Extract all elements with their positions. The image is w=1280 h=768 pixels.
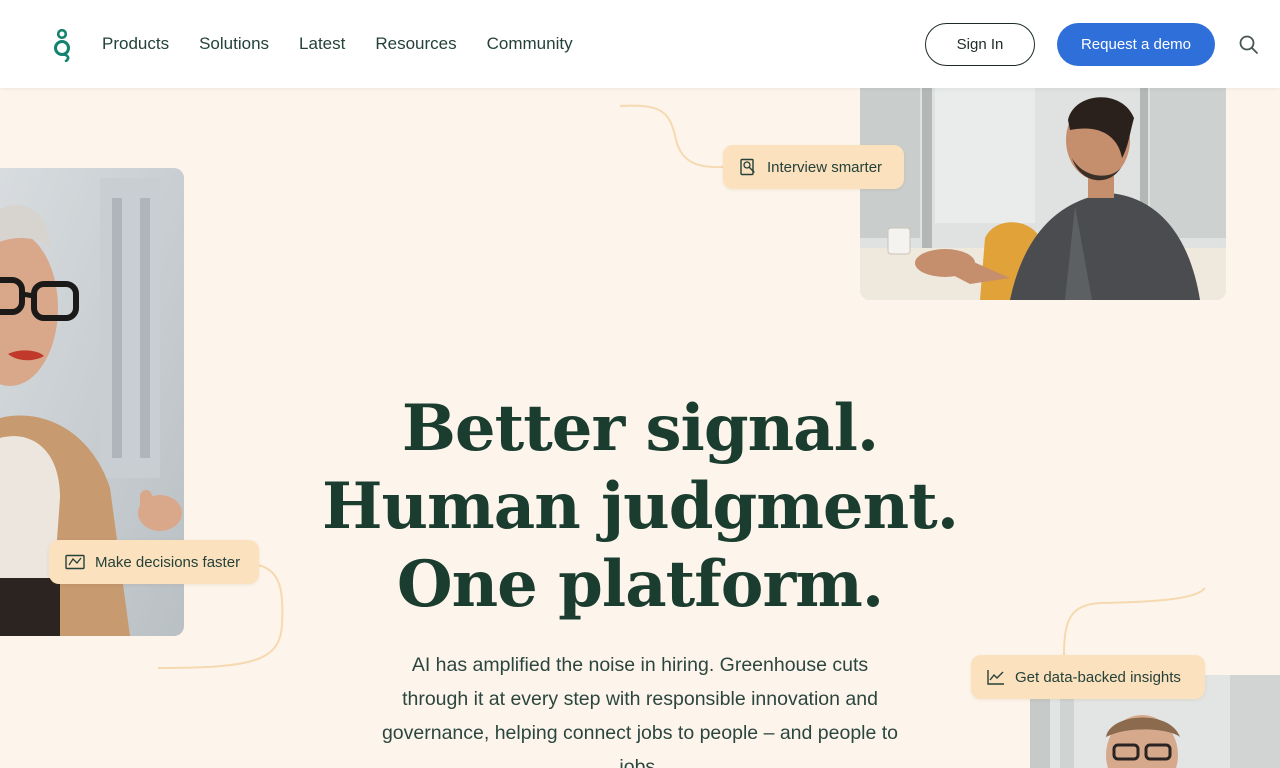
- main-nav: Products Solutions Latest Resources Comm…: [102, 0, 573, 88]
- hero-headline-line-3: One platform.: [396, 547, 884, 622]
- nav-item-latest[interactable]: Latest: [299, 34, 345, 54]
- pill-insights-label: Get data-backed insights: [1015, 668, 1181, 686]
- pill-get-data-backed-insights: Get data-backed insights: [971, 655, 1205, 699]
- sign-in-button[interactable]: Sign In: [925, 23, 1035, 66]
- interview-scorecard-icon: [740, 158, 755, 176]
- pill-decisions-label: Make decisions faster: [95, 553, 241, 571]
- hero-headline: Better signal. Human judgment. One platf…: [290, 390, 990, 624]
- hero-headline-line-2: Human judgment.: [322, 469, 959, 544]
- nav-item-solutions[interactable]: Solutions: [199, 34, 269, 54]
- nav-item-products[interactable]: Products: [102, 34, 169, 54]
- trend-line-icon: [987, 670, 1004, 685]
- pill-interview-smarter: Interview smarter: [723, 145, 904, 189]
- pill-make-decisions-faster: Make decisions faster: [49, 540, 259, 584]
- decision-chart-icon: [65, 554, 85, 570]
- nav-item-community[interactable]: Community: [487, 34, 573, 54]
- pill-interview-label: Interview smarter: [767, 158, 883, 176]
- nav-item-resources[interactable]: Resources: [375, 34, 456, 54]
- hero-headline-line-1: Better signal.: [401, 391, 879, 466]
- hero-description: AI has amplified the noise in hiring. Gr…: [381, 654, 899, 768]
- photo-man-in-meeting: [860, 88, 1226, 300]
- greenhouse-logo[interactable]: [50, 28, 74, 62]
- request-demo-button[interactable]: Request a demo: [1057, 23, 1215, 66]
- top-navigation-bar: Products Solutions Latest Resources Comm…: [0, 0, 1280, 88]
- search-icon[interactable]: [1238, 34, 1260, 56]
